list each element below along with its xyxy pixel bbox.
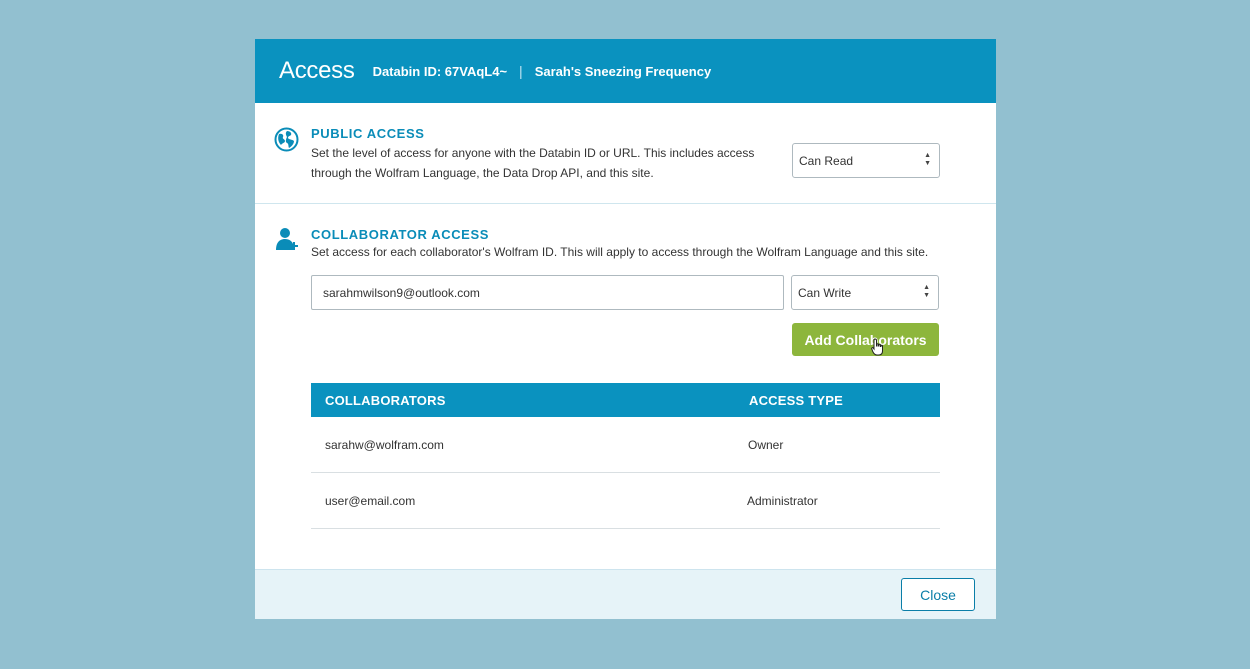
column-header-access-type: ACCESS TYPE — [749, 392, 843, 408]
collaborator-access-select-value: Can Write — [798, 285, 852, 300]
collaborator-cell: sarahw@wolfram.com — [325, 437, 444, 452]
collaborators-table: COLLABORATORS ACCESS TYPE sarahw@wolfram… — [311, 383, 940, 529]
globe-icon — [274, 127, 299, 157]
public-access-section: PUBLIC ACCESS Set the level of access fo… — [255, 103, 996, 204]
collaborator-access-select[interactable]: Can Write ▲ ▼ — [791, 275, 939, 310]
hand-cursor-icon — [871, 338, 885, 361]
public-access-description: Set the level of access for anyone with … — [311, 146, 755, 180]
databin-id: Databin ID: 67VAqL4~ — [372, 63, 508, 79]
access-dialog: Access Databin ID: 67VAqL4~ | Sarah's Sn… — [255, 39, 996, 619]
dialog-title: Access — [279, 57, 355, 84]
collaborator-access-description: Set access for each collaborator's Wolfr… — [311, 245, 929, 259]
add-user-icon — [274, 226, 300, 257]
dialog-header: Access Databin ID: 67VAqL4~ | Sarah's Sn… — [255, 39, 996, 103]
table-row: sarahw@wolfram.com Owner — [311, 417, 940, 473]
access-type-cell: Administrator — [747, 493, 818, 508]
add-collaborators-button[interactable]: Add Collaborators — [792, 323, 939, 356]
collaborator-email-input[interactable]: sarahmwilson9@outlook.com — [311, 275, 784, 310]
close-button[interactable]: Close — [901, 578, 975, 611]
select-arrows-icon: ▲ ▼ — [923, 284, 930, 299]
databin-name: Sarah's Sneezing Frequency — [534, 63, 712, 79]
collaborator-access-title: COLLABORATOR ACCESS — [311, 227, 489, 242]
public-access-select-value: Can Read — [799, 153, 854, 168]
collaborator-cell: user@email.com — [325, 493, 416, 508]
table-header: COLLABORATORS ACCESS TYPE — [311, 383, 940, 417]
dialog-footer: Close — [255, 569, 996, 619]
table-row: user@email.com Administrator — [311, 473, 940, 529]
public-access-select[interactable]: Can Read ▲ ▼ — [792, 143, 940, 178]
public-access-title: PUBLIC ACCESS — [311, 126, 425, 141]
header-separator: | — [519, 63, 523, 79]
select-arrows-icon: ▲ ▼ — [924, 152, 931, 167]
collaborator-access-section: COLLABORATOR ACCESS Set access for each … — [255, 204, 996, 570]
column-header-collaborators: COLLABORATORS — [325, 392, 446, 408]
access-type-cell: Owner — [748, 437, 784, 452]
